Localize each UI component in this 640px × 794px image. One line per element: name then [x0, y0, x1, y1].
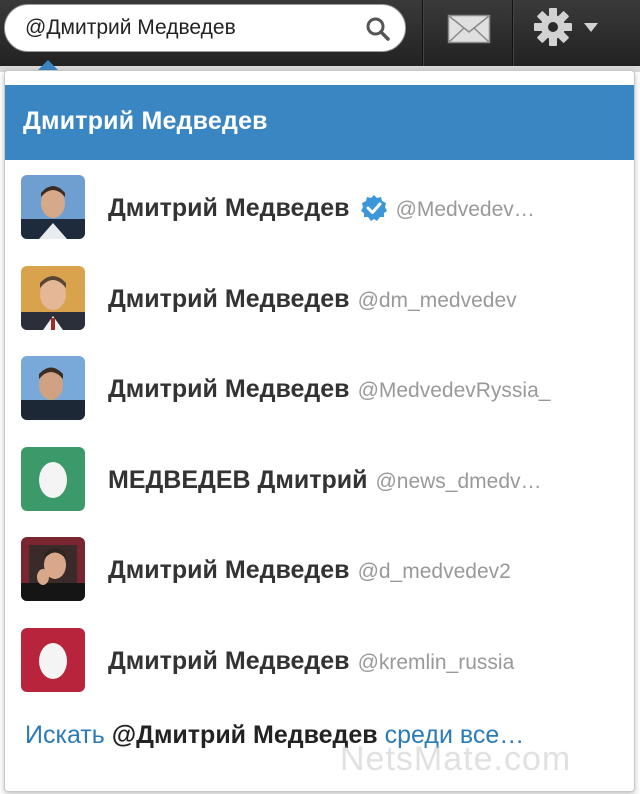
result-row[interactable]: Дмитрий Медведев @MedvedevRyssia_	[5, 344, 634, 434]
result-name: Дмитрий Медведев	[108, 194, 350, 222]
avatar	[21, 447, 85, 511]
caret-down-icon[interactable]	[584, 23, 598, 32]
search-icon[interactable]	[365, 16, 391, 42]
avatar	[21, 537, 85, 601]
result-name: Дмитрий Медведев	[108, 285, 350, 313]
result-name: Дмитрий Медведев	[108, 556, 350, 584]
result-name: Дмитрий Медведев	[108, 375, 350, 403]
avatar	[21, 356, 85, 420]
result-handle: @kremlin_russia	[357, 651, 515, 674]
watermark: NetsMate.com	[340, 740, 572, 778]
dropdown-header-label: Дмитрий Медведев	[23, 107, 268, 135]
result-name: МЕДВЕДЕВ Дмитрий	[108, 466, 368, 494]
result-row[interactable]: Дмитрий Медведев @dm_medvedev	[5, 254, 634, 344]
result-text: Дмитрий Медведев @d_medvedev2	[108, 525, 511, 615]
result-handle: @MedvedevRyssia_	[357, 379, 551, 402]
result-text: МЕДВЕДЕВ Дмитрий @news_dmedv…	[108, 435, 542, 525]
topbar-divider	[512, 0, 513, 66]
avatar	[21, 266, 85, 330]
avatar	[21, 628, 85, 692]
dropdown-pointer	[38, 60, 58, 70]
gear-icon[interactable]	[533, 7, 573, 47]
result-name: Дмитрий Медведев	[108, 647, 350, 675]
result-row[interactable]: МЕДВЕДЕВ Дмитрий @news_dmedv…	[5, 435, 634, 525]
mail-icon[interactable]	[447, 14, 491, 44]
verified-badge-icon	[360, 195, 387, 221]
result-text: Дмитрий Медведев @dm_medvedev	[108, 254, 517, 344]
search-all-prefix: Искать	[25, 721, 105, 749]
avatar	[21, 175, 85, 239]
search-input[interactable]	[25, 13, 345, 43]
dropdown-header[interactable]: Дмитрий Медведев	[5, 85, 634, 160]
result-text: Дмитрий Медведев @MedvedevRyssia_	[108, 344, 550, 434]
search-all-query: @Дмитрий Медведев	[111, 721, 378, 749]
result-handle: @d_medvedev2	[357, 560, 511, 583]
topbar-divider	[422, 0, 423, 66]
result-handle: @news_dmedv…	[375, 470, 542, 493]
result-handle: @dm_medvedev	[357, 289, 517, 312]
search-suggestions-dropdown: Дмитрий Медведев Дмитрий Медведев @Medve…	[4, 70, 635, 792]
result-text: Дмитрий Медведев @Medvedev…	[108, 163, 535, 253]
result-handle: @Medvedev…	[395, 198, 535, 221]
search-box[interactable]	[4, 4, 406, 52]
result-row[interactable]: Дмитрий Медведев @kremlin_russia	[5, 616, 634, 706]
result-text: Дмитрий Медведев @kremlin_russia	[108, 616, 514, 706]
result-row[interactable]: Дмитрий Медведев @d_medvedev2	[5, 525, 634, 615]
result-row[interactable]: Дмитрий Медведев @Medvedev…	[5, 163, 634, 253]
